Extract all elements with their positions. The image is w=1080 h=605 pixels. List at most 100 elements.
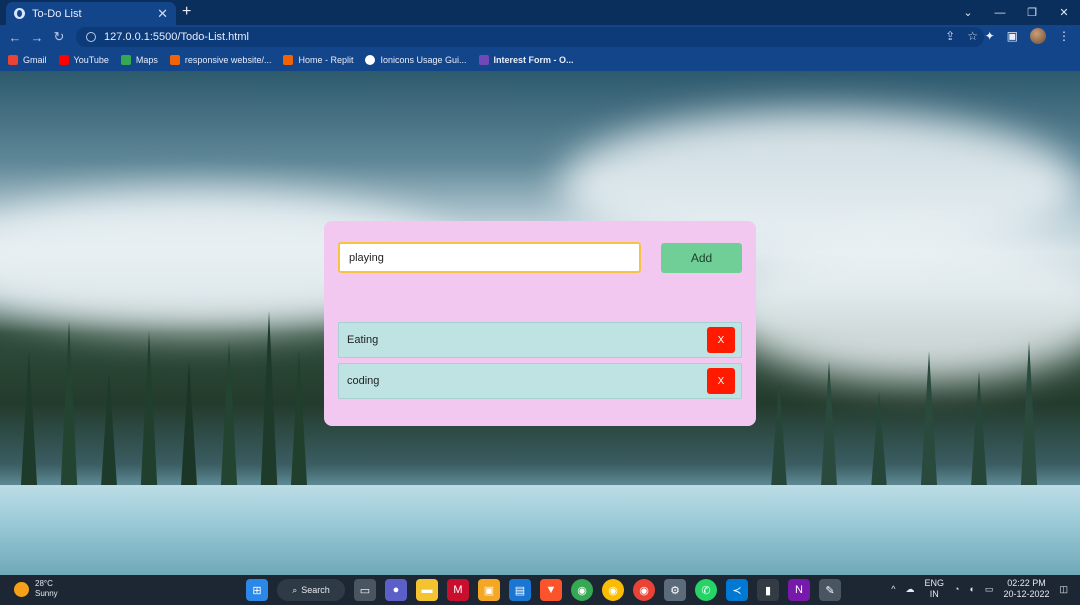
task-item: Eating X: [338, 322, 742, 358]
tree-shape: [180, 361, 198, 501]
new-tab-button[interactable]: +: [182, 3, 191, 21]
weather-widget[interactable]: 28°C Sunny: [14, 579, 58, 599]
browser-tab[interactable]: To-Do List ✕: [6, 2, 176, 25]
tree-shape: [220, 341, 238, 501]
taskbar-apps: ⊞ ⌕ Search ▭ ● ▬ M ▣ ▤ ▼ ◉ ◉ ◉ ⚙ ✆ ≺ ▮ N …: [246, 579, 841, 601]
tree-shape: [260, 311, 278, 501]
task-text: Eating: [347, 334, 379, 346]
task-input[interactable]: [338, 242, 641, 273]
weather-condition: Sunny: [35, 589, 58, 598]
volume-icon[interactable]: ◐: [969, 584, 974, 594]
youtube-icon: [58, 55, 69, 65]
vscode-icon[interactable]: ≺: [726, 579, 748, 601]
terminal-icon[interactable]: ▮: [757, 579, 779, 601]
tree-shape: [100, 371, 118, 501]
brave-icon[interactable]: ▼: [540, 579, 562, 601]
bookmark-youtube[interactable]: YouTube: [58, 55, 109, 65]
bookmark-gmail[interactable]: Gmail: [8, 55, 47, 65]
forms-icon: [478, 55, 489, 65]
sun-icon: [14, 581, 29, 597]
windows-start-icon[interactable]: ⊞: [246, 579, 268, 601]
page-background: Add Eating X coding X: [0, 71, 1080, 575]
onenote-icon[interactable]: N: [788, 579, 810, 601]
back-icon[interactable]: ←: [4, 30, 26, 45]
profile-avatar[interactable]: [1030, 28, 1046, 44]
tree-shape: [770, 381, 788, 501]
clock[interactable]: 02:22 PM 20-12-2022: [1003, 578, 1049, 600]
task-view-icon[interactable]: ▭: [354, 579, 376, 601]
tree-shape: [60, 321, 78, 501]
tab-title: To-Do List: [32, 7, 82, 20]
tree-shape: [820, 361, 838, 501]
browser-toolbar: ← → ↻ 127.0.0.1:5500/Todo-List.html ⇪ ☆: [0, 25, 1080, 49]
mcafee-icon[interactable]: M: [447, 579, 469, 601]
tree-shape: [20, 351, 38, 501]
wifi-icon[interactable]: ◔: [954, 584, 959, 594]
chevron-up-icon[interactable]: ^: [891, 584, 895, 594]
whatsapp-icon[interactable]: ✆: [695, 579, 717, 601]
photo-app-icon[interactable]: ▣: [478, 579, 500, 601]
task-item: coding X: [338, 363, 742, 399]
windows-taskbar: 28°C Sunny ⊞ ⌕ Search ▭ ● ▬ M ▣ ▤ ▼ ◉ ◉ ◉…: [0, 575, 1080, 605]
bookmark-ionicons[interactable]: Ionicons Usage Gui...: [365, 55, 467, 65]
add-button[interactable]: Add: [661, 243, 742, 273]
tree-shape: [920, 351, 938, 501]
menu-kebab-icon[interactable]: ⋮: [1058, 29, 1070, 43]
share-icon[interactable]: ⇪: [945, 29, 955, 43]
chat-icon[interactable]: ●: [385, 579, 407, 601]
chrome-profile-icon[interactable]: ◉: [602, 579, 624, 601]
url-text: 127.0.0.1:5500/Todo-List.html: [104, 31, 249, 43]
maps-icon: [120, 55, 131, 65]
minimize-button[interactable]: —: [984, 7, 1016, 19]
file-explorer-icon[interactable]: ▬: [416, 579, 438, 601]
tree-shape: [290, 351, 308, 501]
battery-icon[interactable]: ▭: [985, 584, 994, 595]
tab-strip: To-Do List ✕ + ⌄ — ❐ ✕: [0, 0, 1080, 25]
restore-button[interactable]: ❐: [1016, 6, 1048, 19]
settings-icon[interactable]: ⚙: [664, 579, 686, 601]
delete-task-button[interactable]: X: [707, 327, 735, 353]
search-icon: ⌕: [292, 584, 298, 595]
cloud-icon[interactable]: ☁: [906, 584, 915, 595]
tab-search-icon[interactable]: ⌄: [952, 6, 984, 19]
bookmark-maps[interactable]: Maps: [120, 55, 158, 65]
task-text: coding: [347, 375, 380, 387]
todo-card: Add Eating X coding X: [324, 221, 756, 426]
clock-time: 02:22 PM: [1007, 578, 1046, 588]
globe-icon: [14, 8, 25, 19]
temperature: 28°C: [35, 579, 53, 588]
chrome-icon[interactable]: ◉: [571, 579, 593, 601]
notification-icon[interactable]: ◫: [1059, 584, 1068, 595]
reload-icon[interactable]: ↻: [48, 29, 70, 45]
bookmark-interest-form[interactable]: Interest Form - O...: [478, 55, 574, 65]
bookmarks-bar: Gmail YouTube Maps responsive website/..…: [0, 49, 1080, 71]
tab-close-icon[interactable]: ✕: [157, 6, 168, 22]
tree-shape: [970, 371, 988, 501]
chrome-active-icon[interactable]: ◉: [633, 579, 655, 601]
language-indicator[interactable]: ENG IN: [925, 578, 945, 600]
bookmark-home-replit[interactable]: Home - Replit: [283, 55, 353, 65]
toolbar-right: ✦ ▣ ⋮: [985, 28, 1070, 44]
window-controls: ⌄ — ❐ ✕: [952, 0, 1080, 25]
tree-shape: [1020, 341, 1038, 501]
bookmark-responsive-website[interactable]: responsive website/...: [169, 55, 271, 65]
replit-icon: [169, 55, 180, 65]
site-info-icon[interactable]: [86, 32, 96, 42]
taskbar-search[interactable]: ⌕ Search: [277, 579, 345, 601]
forward-icon[interactable]: →: [26, 30, 48, 45]
system-tray: ^ ☁ ENG IN ◔ ◐ ▭ 02:22 PM 20-12-2022 ◫: [891, 578, 1068, 600]
extensions-icon[interactable]: ✦: [985, 29, 995, 43]
ionicons-icon: [365, 55, 376, 65]
delete-task-button[interactable]: X: [707, 368, 735, 394]
close-window-button[interactable]: ✕: [1048, 6, 1080, 19]
tools-icon[interactable]: ✎: [819, 579, 841, 601]
clock-date: 20-12-2022: [1003, 589, 1050, 599]
tree-shape: [140, 331, 158, 501]
lake-water: [0, 485, 1080, 575]
store-icon[interactable]: ▤: [509, 579, 531, 601]
side-panel-icon[interactable]: ▣: [1007, 29, 1018, 43]
address-bar[interactable]: 127.0.0.1:5500/Todo-List.html ⇪ ☆: [76, 27, 984, 47]
bookmark-star-icon[interactable]: ☆: [967, 29, 978, 43]
gmail-icon: [8, 55, 18, 65]
replit-icon: [283, 55, 294, 65]
